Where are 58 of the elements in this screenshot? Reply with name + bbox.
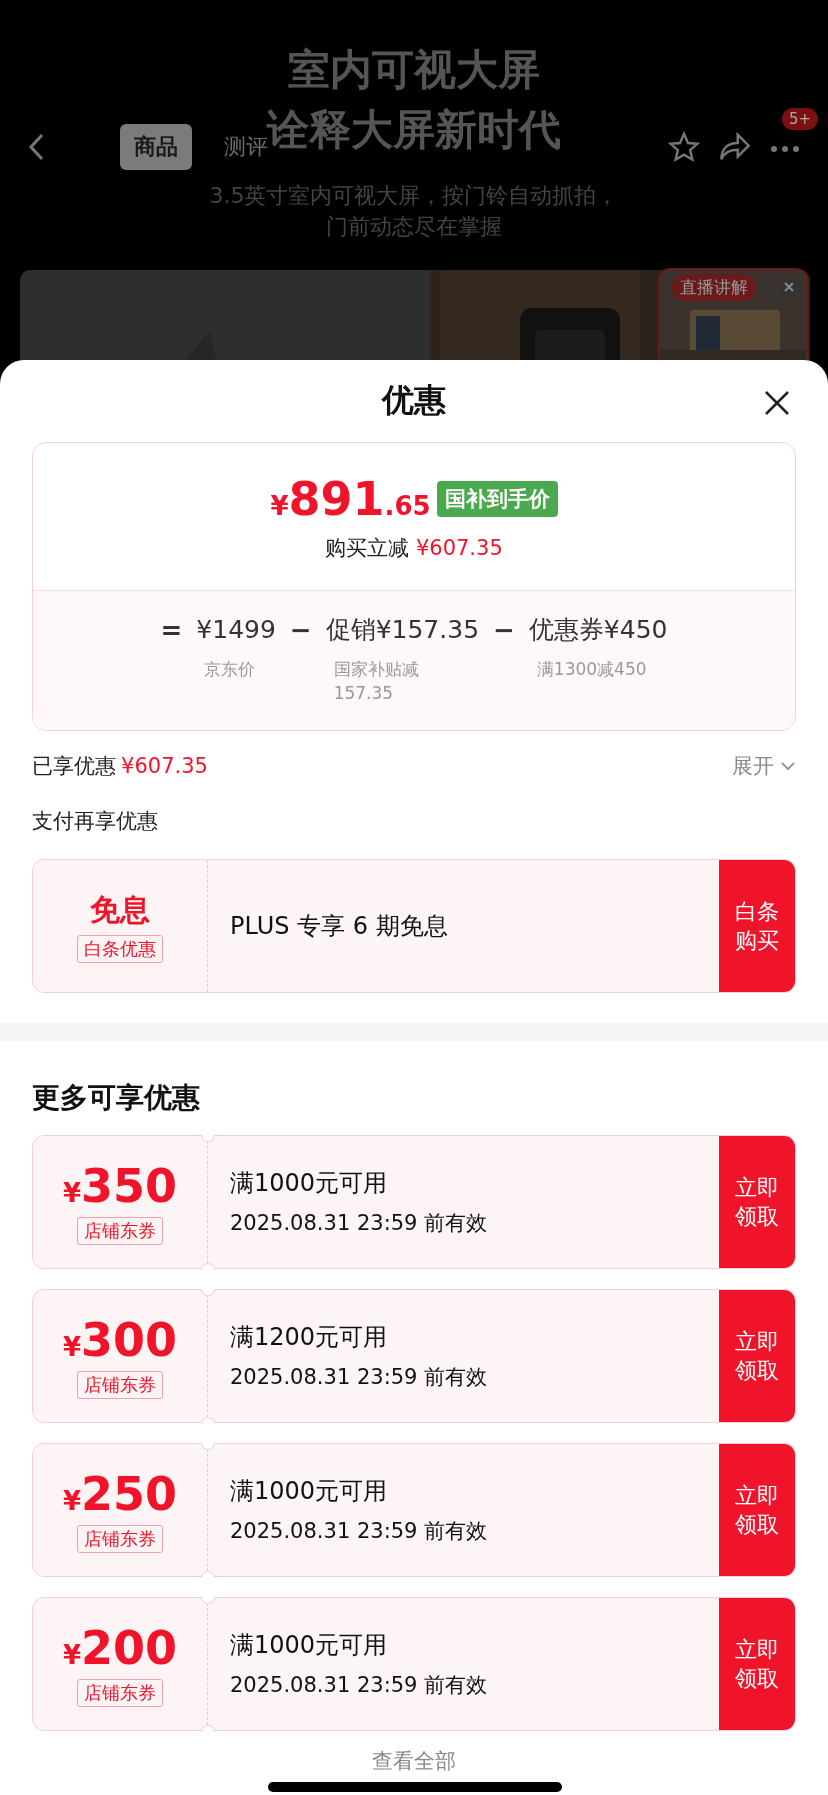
claim-button[interactable]: 立即领取: [719, 1444, 795, 1576]
offer-text: PLUS 专享 6 期免息: [230, 911, 449, 942]
coupon-validity: 2025.08.31 23:59 前有效: [230, 1364, 489, 1391]
chevron-icon: [780, 761, 796, 771]
coupon-tag: 店铺东券: [77, 1217, 163, 1245]
enjoyed-amount: ¥607.35: [121, 754, 208, 778]
star-icon[interactable]: [668, 131, 700, 163]
claim-button[interactable]: 立即领取: [719, 1598, 795, 1730]
buy-button[interactable]: 白条购买: [719, 860, 795, 992]
reduction-label: 购买立减: [325, 535, 410, 560]
close-icon[interactable]: [764, 390, 790, 416]
coupon-validity: 2025.08.31 23:59 前有效: [230, 1518, 489, 1545]
sheet-title: 优惠: [382, 380, 446, 421]
ticket-notch: [201, 1262, 215, 1270]
price-term: ¥1499: [196, 614, 276, 646]
coupon-validity: 2025.08.31 23:59 前有效: [230, 1210, 489, 1237]
coupon-amount: ¥250: [62, 1467, 178, 1521]
nav-tab[interactable]: 商品: [120, 124, 192, 170]
banner-subtitle: 3.5英寸室内可视大屏，按门铃自动抓拍， 门前动态尽在掌握: [209, 182, 619, 241]
section-title: 更多可享优惠: [31, 1080, 201, 1116]
back-icon[interactable]: [28, 133, 44, 161]
coupon-condition: 满1000元可用: [230, 1630, 389, 1661]
coupon-amount: ¥350: [62, 1159, 178, 1213]
enjoyed-label: 已享优惠: [32, 754, 116, 778]
more-icon[interactable]: [770, 144, 800, 153]
coupon-amount: ¥300: [62, 1313, 178, 1367]
reduction-amount: ¥607.35: [415, 535, 503, 560]
ticket-notch: [201, 1416, 215, 1424]
ticket-notch: [201, 1724, 215, 1732]
coupon-tag: 店铺东券: [77, 1525, 163, 1553]
operator-sign: =: [160, 614, 183, 647]
coupon-tag: 店铺东券: [77, 1371, 163, 1399]
view-all-link[interactable]: 查看全部: [0, 1747, 828, 1775]
subsidy-tag: 国补到手价: [436, 480, 558, 517]
term-note: 京东价: [203, 658, 257, 681]
coupon-condition: 满1200元可用: [230, 1322, 389, 1353]
operator-sign: −: [493, 614, 515, 647]
term-note: 国家补贴减 157.35: [332, 658, 420, 705]
coupon-amount: ¥200: [62, 1621, 178, 1675]
offer-tag: 白条优惠: [77, 934, 163, 963]
share-icon[interactable]: [718, 132, 752, 162]
count-badge: 5+: [781, 107, 818, 130]
coupon-condition: 满1000元可用: [230, 1476, 389, 1507]
claim-button[interactable]: 立即领取: [719, 1290, 795, 1422]
coupon-condition: 满1000元可用: [230, 1168, 389, 1199]
coupon-validity: 2025.08.31 23:59 前有效: [230, 1672, 489, 1699]
operator-sign: −: [289, 614, 312, 647]
coupon-tag: 店铺东券: [77, 1679, 163, 1707]
claim-button[interactable]: 立即领取: [719, 1136, 795, 1268]
banner-headline: 室内可视大屏 诠释大屏新时代: [267, 44, 561, 154]
term-note: 满1300减450: [535, 658, 648, 681]
price-term: 促销¥157.35: [325, 614, 480, 646]
offer-headline: 免息: [90, 890, 150, 929]
price-term: 优惠券¥450: [528, 614, 668, 646]
final-price: ¥891.65: [270, 471, 431, 526]
section-label: 支付再享优惠: [32, 808, 158, 835]
ticket-notch: [201, 1570, 215, 1578]
expand-toggle[interactable]: 展开: [732, 752, 796, 780]
